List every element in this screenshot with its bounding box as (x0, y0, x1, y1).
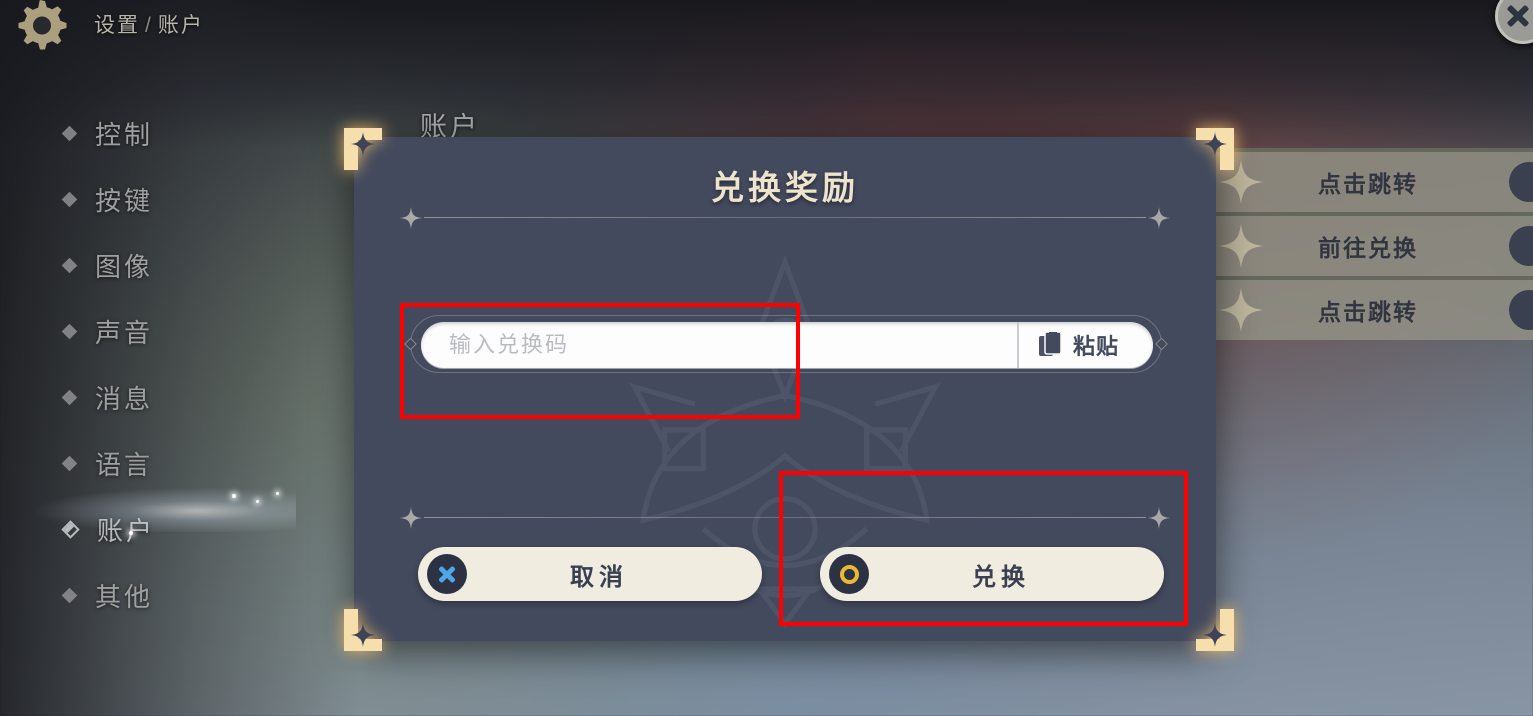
redeem-button-label: 兑换 (972, 563, 1030, 591)
breadcrumb-root[interactable]: 设置 (94, 14, 140, 37)
sparkle-particle-icon (129, 531, 133, 535)
breadcrumb-current: 账户 (157, 14, 204, 37)
sparkle-icon (1219, 288, 1263, 332)
breadcrumb: 设置 / 账户 (94, 9, 204, 39)
dialog-title: 兑换奖励 (711, 169, 859, 206)
redeem-code-input-wrapper: 粘贴 (421, 322, 1153, 368)
redeem-code-field-frame: 粘贴 (404, 315, 1168, 373)
sparkle-icon (400, 207, 422, 229)
sidebar-item-label: 其他 (95, 581, 154, 612)
corner-ornament-icon (1190, 607, 1236, 653)
corner-ornament-icon (1190, 126, 1236, 172)
list-item[interactable]: 点击跳转 (1203, 148, 1533, 212)
sidebar-item-messages[interactable]: 消息 (61, 364, 294, 430)
diamond-bullet-icon (61, 125, 78, 141)
sidebar-item-keys[interactable]: 按键 (61, 166, 294, 232)
diamond-bullet-icon (61, 389, 78, 405)
list-item-circle-button[interactable] (1509, 290, 1533, 330)
clipboard-paste-icon (1038, 331, 1063, 358)
sidebar-item-label: 语言 (95, 449, 154, 480)
sidebar-item-label: 声音 (95, 317, 154, 348)
diamond-bullet-icon (61, 455, 78, 471)
header-bar: 设置 / 账户 (0, 0, 1533, 52)
sparkle-icon (400, 507, 422, 529)
sidebar-item-label: 账户 (97, 515, 156, 546)
sparkle-particle-icon (232, 494, 236, 498)
cancel-button-label: 取消 (570, 563, 628, 591)
background-reward-list: 点击跳转 前往兑换 点击跳转 (1203, 148, 1533, 340)
game-settings-screen: 点击跳转 前往兑换 点击跳转 设置 / 账户 控制 按键 图像 声音 消息 语言… (0, 0, 1533, 716)
sidebar-item-account[interactable]: 账户 (61, 496, 294, 562)
sparkle-icon (1219, 224, 1263, 268)
paste-button[interactable]: 粘贴 (1016, 322, 1153, 368)
list-item[interactable]: 前往兑换 (1203, 212, 1533, 276)
x-circle-icon (427, 554, 467, 594)
gear-icon (8, 0, 72, 58)
sidebar-item-label: 消息 (95, 383, 154, 414)
redeem-button[interactable]: 兑换 (820, 547, 1164, 601)
diamond-bullet-icon (61, 323, 78, 339)
sparkle-particle-icon (256, 500, 259, 503)
corner-ornament-icon (342, 126, 388, 172)
sidebar-item-label: 图像 (95, 251, 154, 282)
o-circle-icon (829, 554, 869, 594)
sidebar-item-label: 控制 (95, 119, 154, 150)
cancel-button[interactable]: 取消 (418, 547, 762, 601)
sidebar-item-other[interactable]: 其他 (61, 562, 294, 628)
diamond-bullet-icon (61, 191, 78, 207)
sidebar-item-audio[interactable]: 声音 (61, 298, 294, 364)
diamond-decoration-icon (1155, 337, 1168, 351)
divider-top (400, 207, 1170, 229)
sidebar-item-label: 按键 (95, 185, 154, 216)
divider-line (424, 517, 1146, 518)
list-item-action-label: 点击跳转 (1318, 299, 1418, 325)
diamond-decoration-icon (404, 337, 417, 351)
sparkle-icon (1148, 507, 1170, 529)
diamond-bullet-icon (61, 587, 78, 603)
sidebar-item-controls[interactable]: 控制 (61, 100, 294, 166)
sidebar-item-graphics[interactable]: 图像 (61, 232, 294, 298)
sparkle-particle-icon (276, 492, 279, 495)
list-item-action-label: 点击跳转 (1318, 171, 1418, 197)
paste-button-label: 粘贴 (1072, 334, 1119, 359)
list-item-action-label: 前往兑换 (1318, 235, 1418, 261)
divider-line (424, 217, 1146, 218)
close-icon (1505, 3, 1531, 29)
sidebar-item-language[interactable]: 语言 (61, 430, 294, 496)
close-button[interactable] (1495, 0, 1533, 44)
diamond-bullet-icon (61, 257, 78, 273)
redeem-code-input[interactable] (421, 322, 1017, 368)
breadcrumb-separator: / (145, 14, 153, 37)
sparkle-icon (1148, 207, 1170, 229)
list-item-circle-button[interactable] (1509, 226, 1533, 266)
list-item[interactable]: 点击跳转 (1203, 276, 1533, 340)
list-item-circle-button[interactable] (1509, 162, 1533, 202)
settings-sidebar: 控制 按键 图像 声音 消息 语言 账户 其他 (61, 100, 294, 628)
diamond-bullet-icon (61, 519, 80, 539)
corner-ornament-icon (342, 607, 388, 653)
redeem-reward-dialog: 兑换奖励 输入兑换码 粘贴 取消 兑换 (354, 137, 1216, 641)
divider-bottom (400, 507, 1170, 529)
